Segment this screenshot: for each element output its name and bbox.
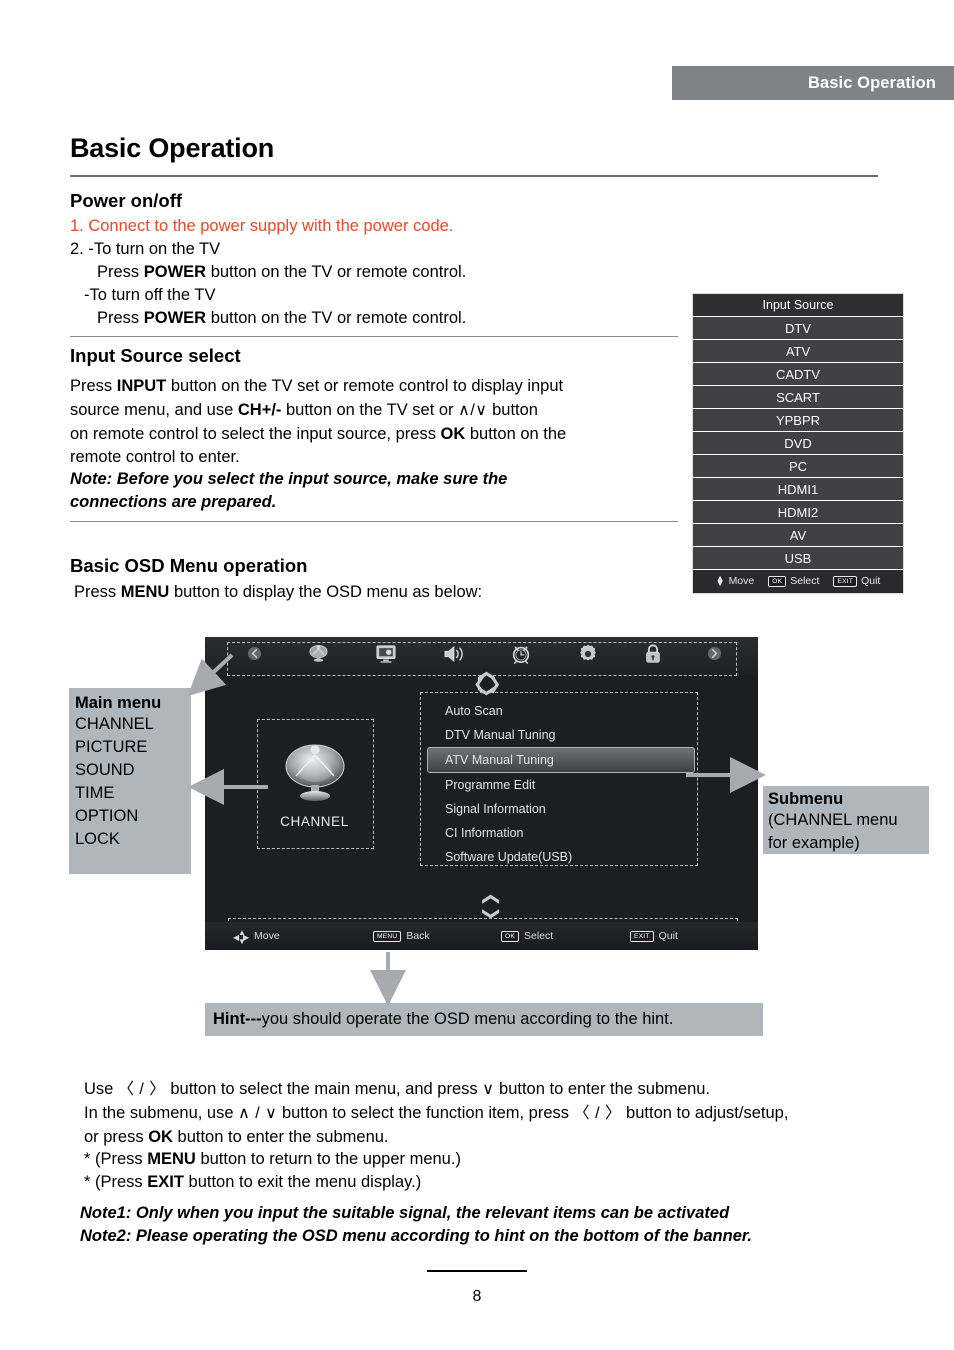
instr1-c: button to enter the submenu. (494, 1080, 711, 1098)
menu-button-label-2: MENU (147, 1150, 196, 1168)
instruction-line-3: or press OK button to enter the submenu. (84, 1126, 389, 1149)
left-right-arrow-icon-2: 〈 / 〉 (573, 1105, 622, 1122)
instr1-a: Use (84, 1080, 118, 1098)
instr2-a: In the submenu, use (84, 1104, 239, 1122)
instr2-c: button to adjust/setup, (621, 1104, 789, 1122)
instruction-note-1: Note1: Only when you input the suitable … (80, 1204, 730, 1222)
down-arrow-icon: ∨ (482, 1081, 495, 1098)
exit-button-label: EXIT (147, 1173, 184, 1191)
instr2-b: button to select the function item, pres… (277, 1104, 574, 1122)
instruction-line-4: * (Press MENU button to return to the up… (84, 1148, 461, 1171)
ok-button-label-2: OK (148, 1128, 173, 1146)
up-down-arrow-icon-2: ∧ / ∨ (238, 1105, 278, 1122)
instruction-note-2: Note2: Please operating the OSD menu acc… (80, 1227, 752, 1245)
instr4-a: * (Press (84, 1150, 148, 1168)
instruction-line-2: In the submenu, use ∧ / ∨ button to sele… (84, 1102, 788, 1125)
instr3-a: or press (84, 1128, 149, 1146)
footer-divider (427, 1270, 527, 1272)
arrow-osd-to-main-menu-top (187, 653, 234, 697)
instruction-line-1: Use 〈 / 〉 button to select the main menu… (84, 1078, 710, 1101)
instr5-c: button to exit the menu display.) (183, 1173, 422, 1191)
page-number: 8 (472, 1288, 482, 1305)
instr5-a: * (Press (84, 1173, 148, 1191)
left-right-arrow-icon: 〈 / 〉 (117, 1081, 166, 1098)
instr3-c: button to enter the submenu. (172, 1128, 389, 1146)
instr1-b: button to select the main menu, and pres… (165, 1080, 483, 1098)
instruction-line-5: * (Press EXIT button to exit the menu di… (84, 1171, 421, 1194)
instr4-c: button to return to the upper menu.) (195, 1150, 461, 1168)
